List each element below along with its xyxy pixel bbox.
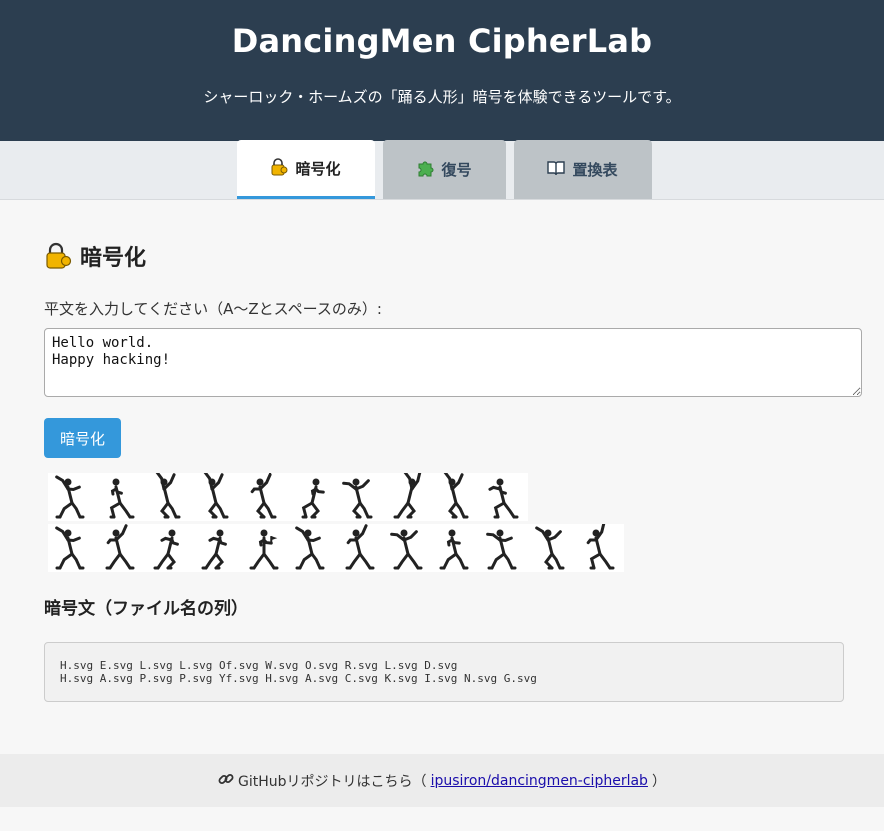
lock-with-key-icon: [270, 157, 288, 179]
dancing-man-figure: [288, 473, 336, 521]
dancing-men-output: [48, 473, 840, 572]
dancing-man-figure: [336, 524, 384, 572]
ciphertext-title: 暗号文（ファイル名の列）: [44, 599, 248, 619]
dancing-man-figure: [576, 524, 624, 572]
dancing-man-figure: [432, 524, 480, 572]
dancing-man-figure: [480, 473, 528, 521]
tab-bar: 暗号化 復号 置換表: [0, 140, 884, 200]
dancing-man-figure: [336, 473, 384, 521]
footer-suffix: ）: [651, 773, 666, 790]
dancing-man-figure: [384, 473, 432, 521]
figure-row: [48, 473, 840, 521]
github-link[interactable]: ipusiron/dancingmen-cipherlab: [431, 773, 648, 789]
dancing-man-figure: [144, 473, 192, 521]
footer-prefix: GitHubリポジトリはこちら（: [238, 773, 427, 790]
dancing-man-figure: [528, 524, 576, 572]
figure-row: [48, 524, 840, 572]
encrypt-panel: 暗号化 平文を入力してください（A〜Zとスペースのみ）: 暗号化 暗号文（ファイ…: [0, 200, 884, 754]
dancing-man-figure: [96, 473, 144, 521]
dancing-man-figure: [48, 473, 96, 521]
dancing-man-figure: [48, 524, 96, 572]
tab-table[interactable]: 置換表: [513, 140, 652, 199]
page-header: DancingMen CipherLab シャーロック・ホームズの「踊る人形」暗…: [0, 0, 884, 141]
dancing-man-figure: [480, 524, 528, 572]
puzzle-icon: [416, 159, 434, 180]
section-title: 暗号化: [44, 240, 840, 272]
tab-decrypt[interactable]: 復号: [382, 140, 506, 199]
lock-with-key-icon: [44, 242, 72, 270]
tab-encrypt-label: 暗号化: [295, 159, 341, 178]
link-icon: [218, 771, 234, 791]
tab-encrypt[interactable]: 暗号化: [236, 140, 375, 199]
encrypt-button[interactable]: 暗号化: [44, 418, 122, 458]
tab-decrypt-label: 復号: [441, 161, 472, 179]
dancing-man-figure: [192, 473, 240, 521]
dancing-man-figure: [96, 524, 144, 572]
app-title: DancingMen CipherLab: [231, 22, 653, 60]
book-icon: [547, 159, 566, 180]
tab-table-label: 置換表: [572, 161, 618, 179]
dancing-man-figure: [240, 473, 288, 521]
dancing-man-figure: [432, 473, 480, 521]
app-subtitle: シャーロック・ホームズの「踊る人形」暗号を体験できるツールです。: [203, 88, 681, 106]
plaintext-label: 平文を入力してください（A〜Zとスペースのみ）:: [44, 300, 382, 318]
dancing-man-figure: [288, 524, 336, 572]
plaintext-input[interactable]: [44, 328, 862, 397]
section-title-text: 暗号化: [80, 246, 147, 271]
page-footer: GitHubリポジトリはこちら（ ipusiron/dancingmen-ciph…: [0, 754, 884, 807]
dancing-man-figure: [240, 524, 288, 572]
dancing-man-figure: [192, 524, 240, 572]
dancing-man-figure: [384, 524, 432, 572]
dancing-man-figure: [144, 524, 192, 572]
ciphertext-output: H.svg E.svg L.svg L.svg Of.svg W.svg O.s…: [44, 642, 844, 702]
